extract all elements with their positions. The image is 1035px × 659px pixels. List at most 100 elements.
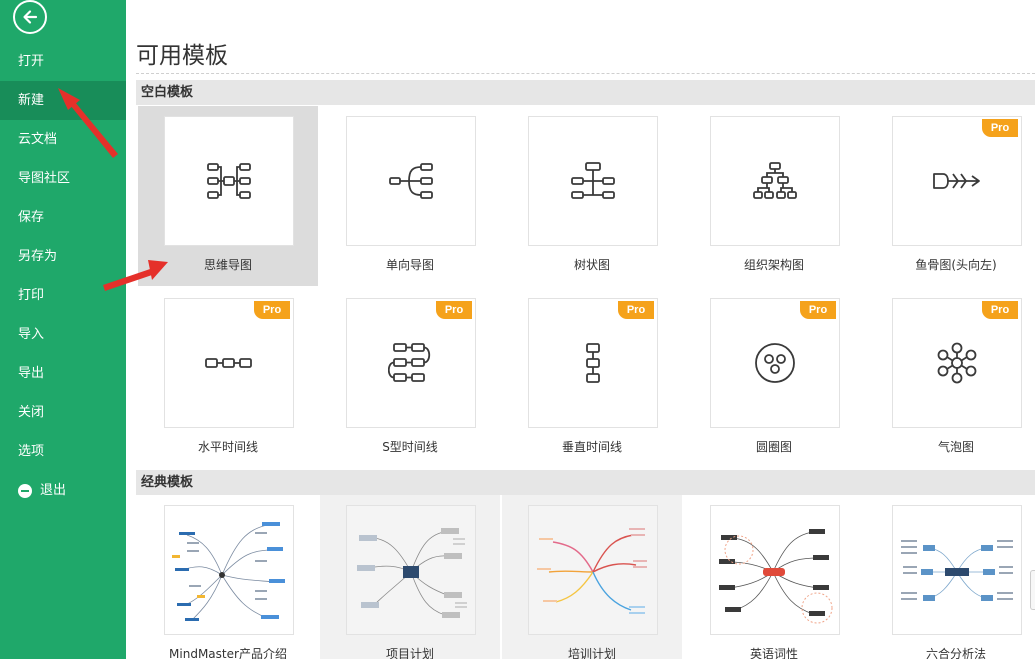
sidebar-item-label: 保存 <box>18 210 45 225</box>
template-thumbnail <box>710 505 840 635</box>
horizontal-timeline-icon <box>205 358 252 368</box>
template-thumbnail: Pro <box>892 116 1022 246</box>
template-label: 英语词性 <box>749 647 798 659</box>
template-tree-chart[interactable]: 树状图 <box>502 106 682 286</box>
template-thumbnail <box>346 116 476 246</box>
template-label: 思维导图 <box>203 258 252 272</box>
section-header-classic: 经典模板 <box>136 470 1035 495</box>
arrow-left-icon <box>23 10 38 24</box>
sidebar-item-community[interactable]: 导图社区 <box>0 159 126 198</box>
template-label: S型时间线 <box>382 440 438 454</box>
template-label: 六合分析法 <box>925 647 986 659</box>
sidebar-item-options[interactable]: 选项 <box>0 432 126 471</box>
sidebar-item-label: 选项 <box>18 444 45 459</box>
back-button[interactable] <box>13 0 47 34</box>
sidebar-item-export[interactable]: 导出 <box>0 354 126 393</box>
template-thumbnail <box>164 116 294 246</box>
sidebar-item-open[interactable]: 打开 <box>0 42 126 81</box>
template-thumbnail <box>528 116 658 246</box>
template-thumbnail <box>164 505 294 635</box>
template-mind-map[interactable]: 思维导图 <box>138 106 318 286</box>
template-training-plan[interactable]: 培训计划 <box>502 495 682 659</box>
template-thumbnail: Pro <box>528 298 658 428</box>
english-parts-preview-icon <box>719 529 833 624</box>
template-project-plan[interactable]: 项目计划 <box>320 495 500 659</box>
template-label: 圆圈图 <box>755 440 792 454</box>
template-circle-map[interactable]: Pro 圆圈图 <box>684 288 864 468</box>
sidebar-item-label: 导出 <box>18 366 45 381</box>
template-label: 培训计划 <box>567 647 616 659</box>
template-horizontal-timeline[interactable]: Pro 水平时间线 <box>138 288 318 468</box>
sidebar-item-label: 关闭 <box>18 405 45 420</box>
sidebar-item-label: 云文档 <box>18 132 58 147</box>
template-label: 项目计划 <box>385 647 434 659</box>
template-label: 鱼骨图(头向左) <box>915 258 997 272</box>
app-window: 打开 新建 云文档 导图社区 保存 另存为 打印 导入 导出 关闭 选项 退出 … <box>0 0 1035 659</box>
template-mindmaster-intro[interactable]: MindMaster产品介绍 <box>138 495 318 659</box>
sidebar-item-exit[interactable]: 退出 <box>0 471 126 510</box>
project-plan-preview-icon <box>357 528 467 618</box>
sidebar-item-close[interactable]: 关闭 <box>0 393 126 432</box>
template-thumbnail: Pro <box>710 298 840 428</box>
fishbone-icon <box>933 173 980 189</box>
sidebar-item-label: 导入 <box>18 327 45 342</box>
template-label: 气泡图 <box>937 440 974 454</box>
pro-badge: Pro <box>254 301 290 319</box>
sidebar-item-label: 导图社区 <box>18 171 71 186</box>
sidebar-item-import[interactable]: 导入 <box>0 315 126 354</box>
tree-chart-icon <box>571 162 615 199</box>
sidebar-item-cloud-docs[interactable]: 云文档 <box>0 120 126 159</box>
template-thumbnail: Pro <box>892 298 1022 428</box>
circle-map-icon <box>755 343 795 383</box>
page-title: 可用模板 <box>136 43 228 69</box>
template-thumbnail <box>892 505 1022 635</box>
template-six-hats-analysis[interactable]: 六合分析法 <box>866 495 1035 659</box>
template-english-parts-of-speech[interactable]: 英语词性 <box>684 495 864 659</box>
section-header-blank: 空白模板 <box>136 80 1035 105</box>
template-label: 垂直时间线 <box>561 440 622 454</box>
bubble-map-icon <box>937 342 977 384</box>
template-s-timeline[interactable]: Pro S型时间线 <box>320 288 500 468</box>
minus-circle-icon <box>18 483 32 498</box>
main-content: 可用模板 空白模板 思维导图 单向导图 树状图 组织架构图 Pro 鱼骨图(头向… <box>126 0 1035 659</box>
sidebar-item-label: 退出 <box>40 483 67 498</box>
training-plan-preview-icon <box>537 528 647 614</box>
s-timeline-icon <box>388 343 431 382</box>
template-label: 单向导图 <box>385 258 434 272</box>
sidebar-item-print[interactable]: 打印 <box>0 276 126 315</box>
sidebar-item-label: 新建 <box>18 93 45 108</box>
template-label: 树状图 <box>573 258 610 272</box>
sidebar-item-save-as[interactable]: 另存为 <box>0 237 126 276</box>
one-way-map-icon <box>389 163 433 199</box>
sidebar-item-label: 打印 <box>18 288 45 303</box>
org-chart-icon <box>753 162 797 199</box>
sidebar-item-save[interactable]: 保存 <box>0 198 126 237</box>
sidebar-item-label: 打开 <box>18 54 45 69</box>
template-thumbnail: Pro <box>164 298 294 428</box>
template-thumbnail <box>528 505 658 635</box>
six-hats-preview-icon <box>901 540 1013 601</box>
template-label: 组织架构图 <box>743 258 804 272</box>
pro-badge: Pro <box>436 301 472 319</box>
scrollbar-handle[interactable] <box>1030 570 1035 610</box>
template-bubble-map[interactable]: Pro 气泡图 <box>866 288 1035 468</box>
template-vertical-timeline[interactable]: Pro 垂直时间线 <box>502 288 682 468</box>
template-thumbnail: Pro <box>346 298 476 428</box>
template-fishbone[interactable]: Pro 鱼骨图(头向左) <box>866 106 1035 286</box>
pro-badge: Pro <box>982 301 1018 319</box>
template-label: 水平时间线 <box>197 440 258 454</box>
sidebar-menu: 打开 新建 云文档 导图社区 保存 另存为 打印 导入 导出 关闭 选项 退出 <box>0 42 126 510</box>
template-one-way-map[interactable]: 单向导图 <box>320 106 500 286</box>
template-org-chart[interactable]: 组织架构图 <box>684 106 864 286</box>
sidebar-item-new[interactable]: 新建 <box>0 81 126 120</box>
mind-map-icon <box>207 163 251 199</box>
sidebar-item-label: 另存为 <box>18 249 58 264</box>
pro-badge: Pro <box>982 119 1018 137</box>
sidebar: 打开 新建 云文档 导图社区 保存 另存为 打印 导入 导出 关闭 选项 退出 <box>0 0 126 659</box>
template-label: MindMaster产品介绍 <box>169 647 287 659</box>
title-divider <box>136 73 1035 74</box>
pro-badge: Pro <box>800 301 836 319</box>
template-thumbnail <box>710 116 840 246</box>
pro-badge: Pro <box>618 301 654 319</box>
template-thumbnail <box>346 505 476 635</box>
